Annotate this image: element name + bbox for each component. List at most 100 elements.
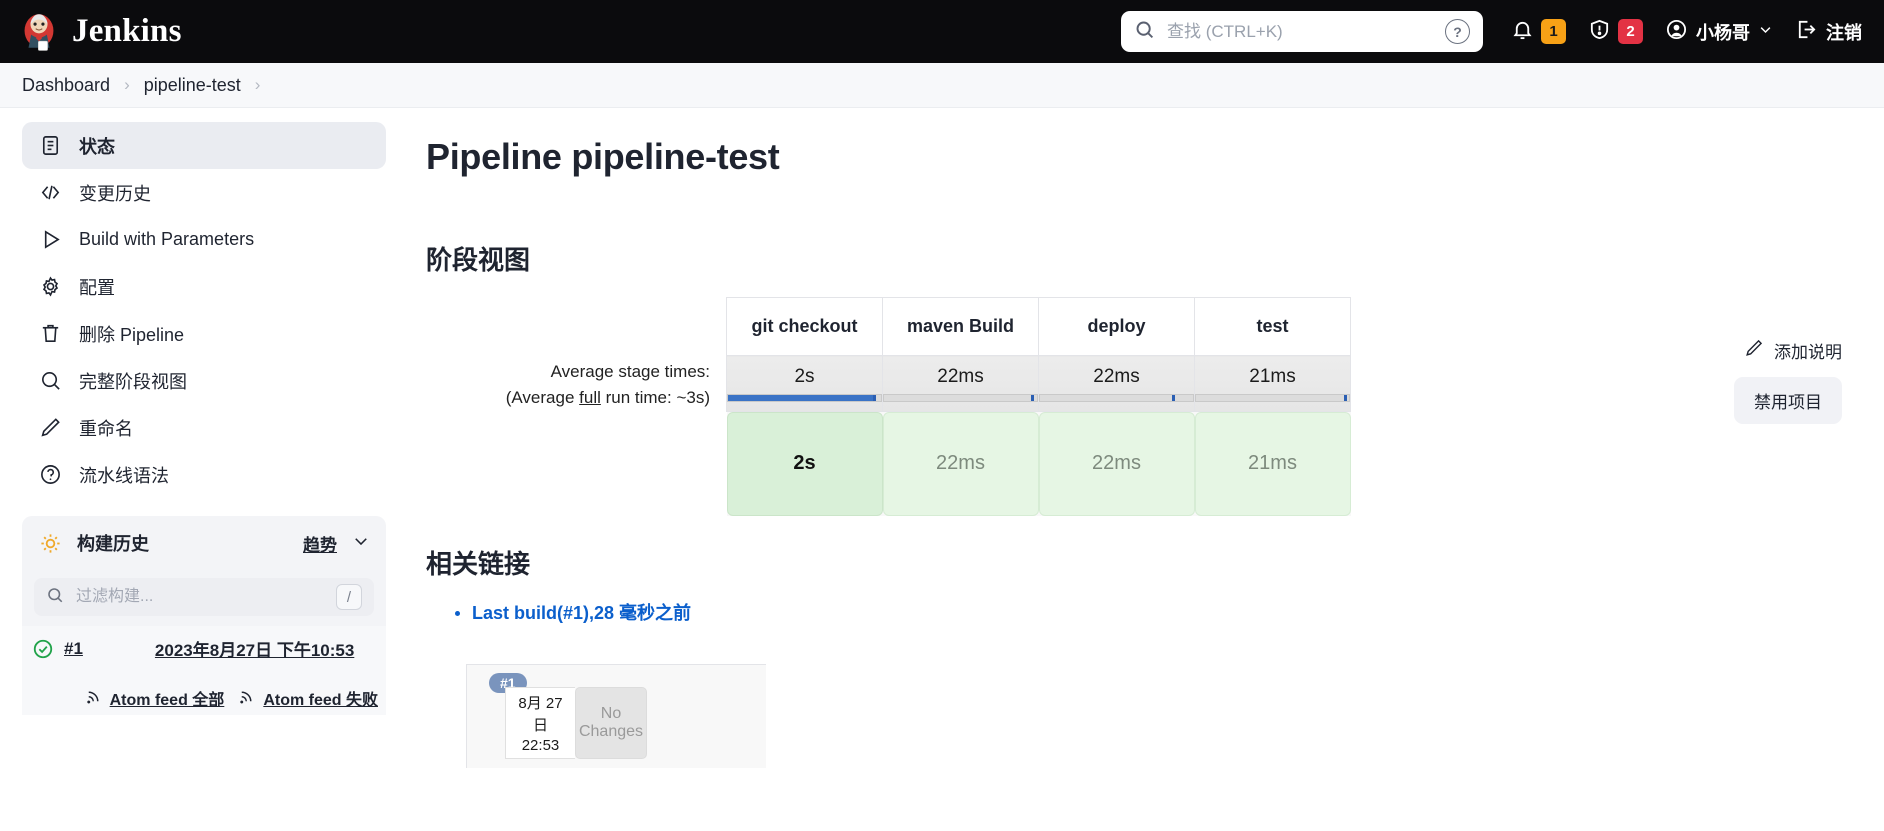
list-item: Last build(#1),28 毫秒之前 — [472, 599, 1844, 625]
atom-feed-all-label: Atom feed 全部 — [109, 692, 225, 709]
build-trend-link[interactable]: 趋势 — [303, 531, 337, 556]
build-history-header: 构建历史 趋势 — [22, 516, 386, 570]
build-filter-row: / — [22, 570, 386, 626]
atom-feeds: Atom feed 全部 Atom feed 失败 — [22, 671, 386, 715]
breadcrumb-item-pipeline-test[interactable]: pipeline-test — [144, 75, 241, 96]
stage-average-time: 22ms — [937, 365, 984, 387]
build-filter-input[interactable] — [74, 587, 326, 607]
user-name: 小杨哥 — [1696, 22, 1750, 43]
stage-header-test: test — [1194, 297, 1351, 356]
sidebar-item-delete-pipeline[interactable]: 删除 Pipeline — [22, 310, 386, 357]
sidebar-item-label: 重命名 — [79, 418, 133, 439]
build-number-link[interactable]: #1 — [64, 639, 83, 659]
chevron-down-icon[interactable] — [352, 532, 370, 555]
stage-average-progressbar — [883, 393, 1038, 402]
stage-cell-maven-build[interactable]: 22ms — [882, 411, 1039, 516]
global-search[interactable]: ? — [1121, 11, 1483, 52]
stage-header-git-checkout: git checkout — [726, 297, 883, 356]
top-actions: 1 2 小杨哥 注销 — [1511, 18, 1866, 46]
related-links-heading: 相关链接 — [426, 548, 531, 579]
user-menu-button[interactable]: 小杨哥 — [1665, 18, 1773, 46]
legend-prefix: (Average — [505, 388, 580, 408]
shield-warning-icon — [1588, 18, 1611, 46]
sidebar-item-changes[interactable]: 变更历史 — [22, 169, 386, 216]
sidebar-item-label: Build with Parameters — [79, 229, 255, 249]
related-links-list: Last build(#1),28 毫秒之前 — [426, 599, 1844, 625]
search-icon — [46, 586, 64, 609]
sidebar-item-status[interactable]: 状态 — [22, 122, 386, 169]
build-date-link[interactable]: 2023年8月27日 下午10:53 — [155, 636, 354, 661]
page-title: Pipeline pipeline-test — [426, 136, 780, 177]
sidebar-item-label: 完整阶段视图 — [79, 371, 187, 392]
security-warnings-button[interactable]: 2 — [1588, 18, 1643, 46]
sidebar-menu: 状态 变更历史 Build with Parameters 配置 删除 Pipe… — [22, 122, 386, 498]
stage-average-progressbar — [727, 393, 882, 402]
disable-project-button[interactable]: 禁用项目 — [1734, 377, 1842, 424]
stage-cell-time: 2s — [726, 412, 883, 516]
stage-average-row: 2s 22ms 22ms 21ms — [726, 355, 1351, 412]
rss-icon — [85, 687, 103, 710]
jenkins-butler-logo-icon — [18, 11, 60, 53]
stage-view-table: git checkout maven Build deploy test 2s … — [726, 297, 1351, 516]
page-body: 状态 变更历史 Build with Parameters 配置 删除 Pipe… — [0, 108, 1884, 830]
atom-feed-all-link[interactable]: Atom feed 全部 — [85, 686, 225, 710]
build-history-title: 构建历史 — [77, 534, 149, 554]
atom-feed-failed-link[interactable]: Atom feed 失败 — [238, 686, 378, 710]
sidebar-item-pipeline-syntax[interactable]: 流水线语法 — [22, 451, 386, 498]
sidebar-item-full-stage-view[interactable]: 完整阶段视图 — [22, 357, 386, 404]
add-description-button[interactable]: 添加说明 — [1744, 338, 1842, 363]
build-filter-box[interactable]: / — [34, 578, 374, 616]
stage-cell-test[interactable]: 21ms — [1194, 411, 1351, 516]
search-icon — [38, 369, 62, 393]
bell-icon — [1511, 18, 1534, 46]
stage-average-progressbar — [1039, 393, 1194, 402]
rss-icon — [238, 687, 256, 710]
question-circle-icon — [38, 463, 62, 487]
security-count-badge: 2 — [1618, 19, 1643, 44]
stage-average-maven-build: 22ms — [882, 355, 1039, 412]
notifications-count-badge: 1 — [1541, 19, 1566, 44]
sidebar-item-configure[interactable]: 配置 — [22, 263, 386, 310]
stage-average-progressbar — [1195, 393, 1350, 402]
notifications-button[interactable]: 1 — [1511, 18, 1566, 46]
stage-average-test: 21ms — [1194, 355, 1351, 412]
logout-label: 注销 — [1826, 22, 1862, 43]
help-circle-icon[interactable]: ? — [1445, 19, 1470, 44]
user-circle-icon — [1665, 18, 1688, 46]
legend-underline-word: full — [579, 388, 601, 408]
breadcrumb-separator-icon: › — [254, 75, 261, 94]
stage-average-deploy: 22ms — [1038, 355, 1195, 412]
stage-average-time: 21ms — [1249, 365, 1296, 387]
stage-cell-deploy[interactable]: 22ms — [1038, 411, 1195, 516]
build-history-item[interactable]: #1 2023年8月27日 下午10:53 — [22, 626, 386, 671]
pencil-icon — [38, 416, 62, 440]
gear-icon — [38, 275, 62, 299]
breadcrumb-item-dashboard[interactable]: Dashboard — [22, 75, 110, 96]
stage-header-maven-build: maven Build — [882, 297, 1039, 356]
stage-run-row: 2s 22ms 22ms 21ms — [726, 411, 1351, 516]
search-input[interactable] — [1165, 20, 1435, 43]
sidebar-item-label: 删除 Pipeline — [79, 324, 185, 345]
play-icon — [38, 228, 62, 252]
filter-shortcut-hint: / — [336, 584, 362, 610]
stage-average-time: 2s — [794, 365, 815, 387]
last-build-link[interactable]: Last build(#1),28 毫秒之前 — [472, 603, 691, 623]
logout-icon — [1795, 18, 1818, 46]
sun-icon — [38, 531, 62, 555]
run-no-changes-label[interactable]: No Changes — [575, 687, 647, 759]
sidebar-item-rename[interactable]: 重命名 — [22, 404, 386, 451]
run-date-line1: 8月 27 — [518, 694, 563, 712]
stage-run-left-column: #1 8月 27 日 22:53 No Changes — [466, 664, 766, 768]
breadcrumb: Dashboard › pipeline-test › — [0, 63, 1884, 108]
stage-cell-time: 22ms — [882, 412, 1039, 516]
sidebar-item-build-with-parameters[interactable]: Build with Parameters — [22, 216, 386, 263]
run-date-line2: 日 — [532, 717, 548, 735]
stage-cell-git-checkout[interactable]: 2s — [726, 411, 883, 516]
stage-view-heading: 阶段视图 — [426, 245, 531, 275]
brand-home-link[interactable]: Jenkins — [18, 11, 182, 53]
stage-average-git-checkout: 2s — [726, 355, 883, 412]
atom-feed-failed-label: Atom feed 失败 — [263, 692, 378, 709]
run-meta: 8月 27 日 22:53 No Changes — [505, 687, 647, 759]
top-navigation-bar: Jenkins ? 1 2 — [0, 0, 1884, 63]
logout-button[interactable]: 注销 — [1795, 18, 1862, 46]
